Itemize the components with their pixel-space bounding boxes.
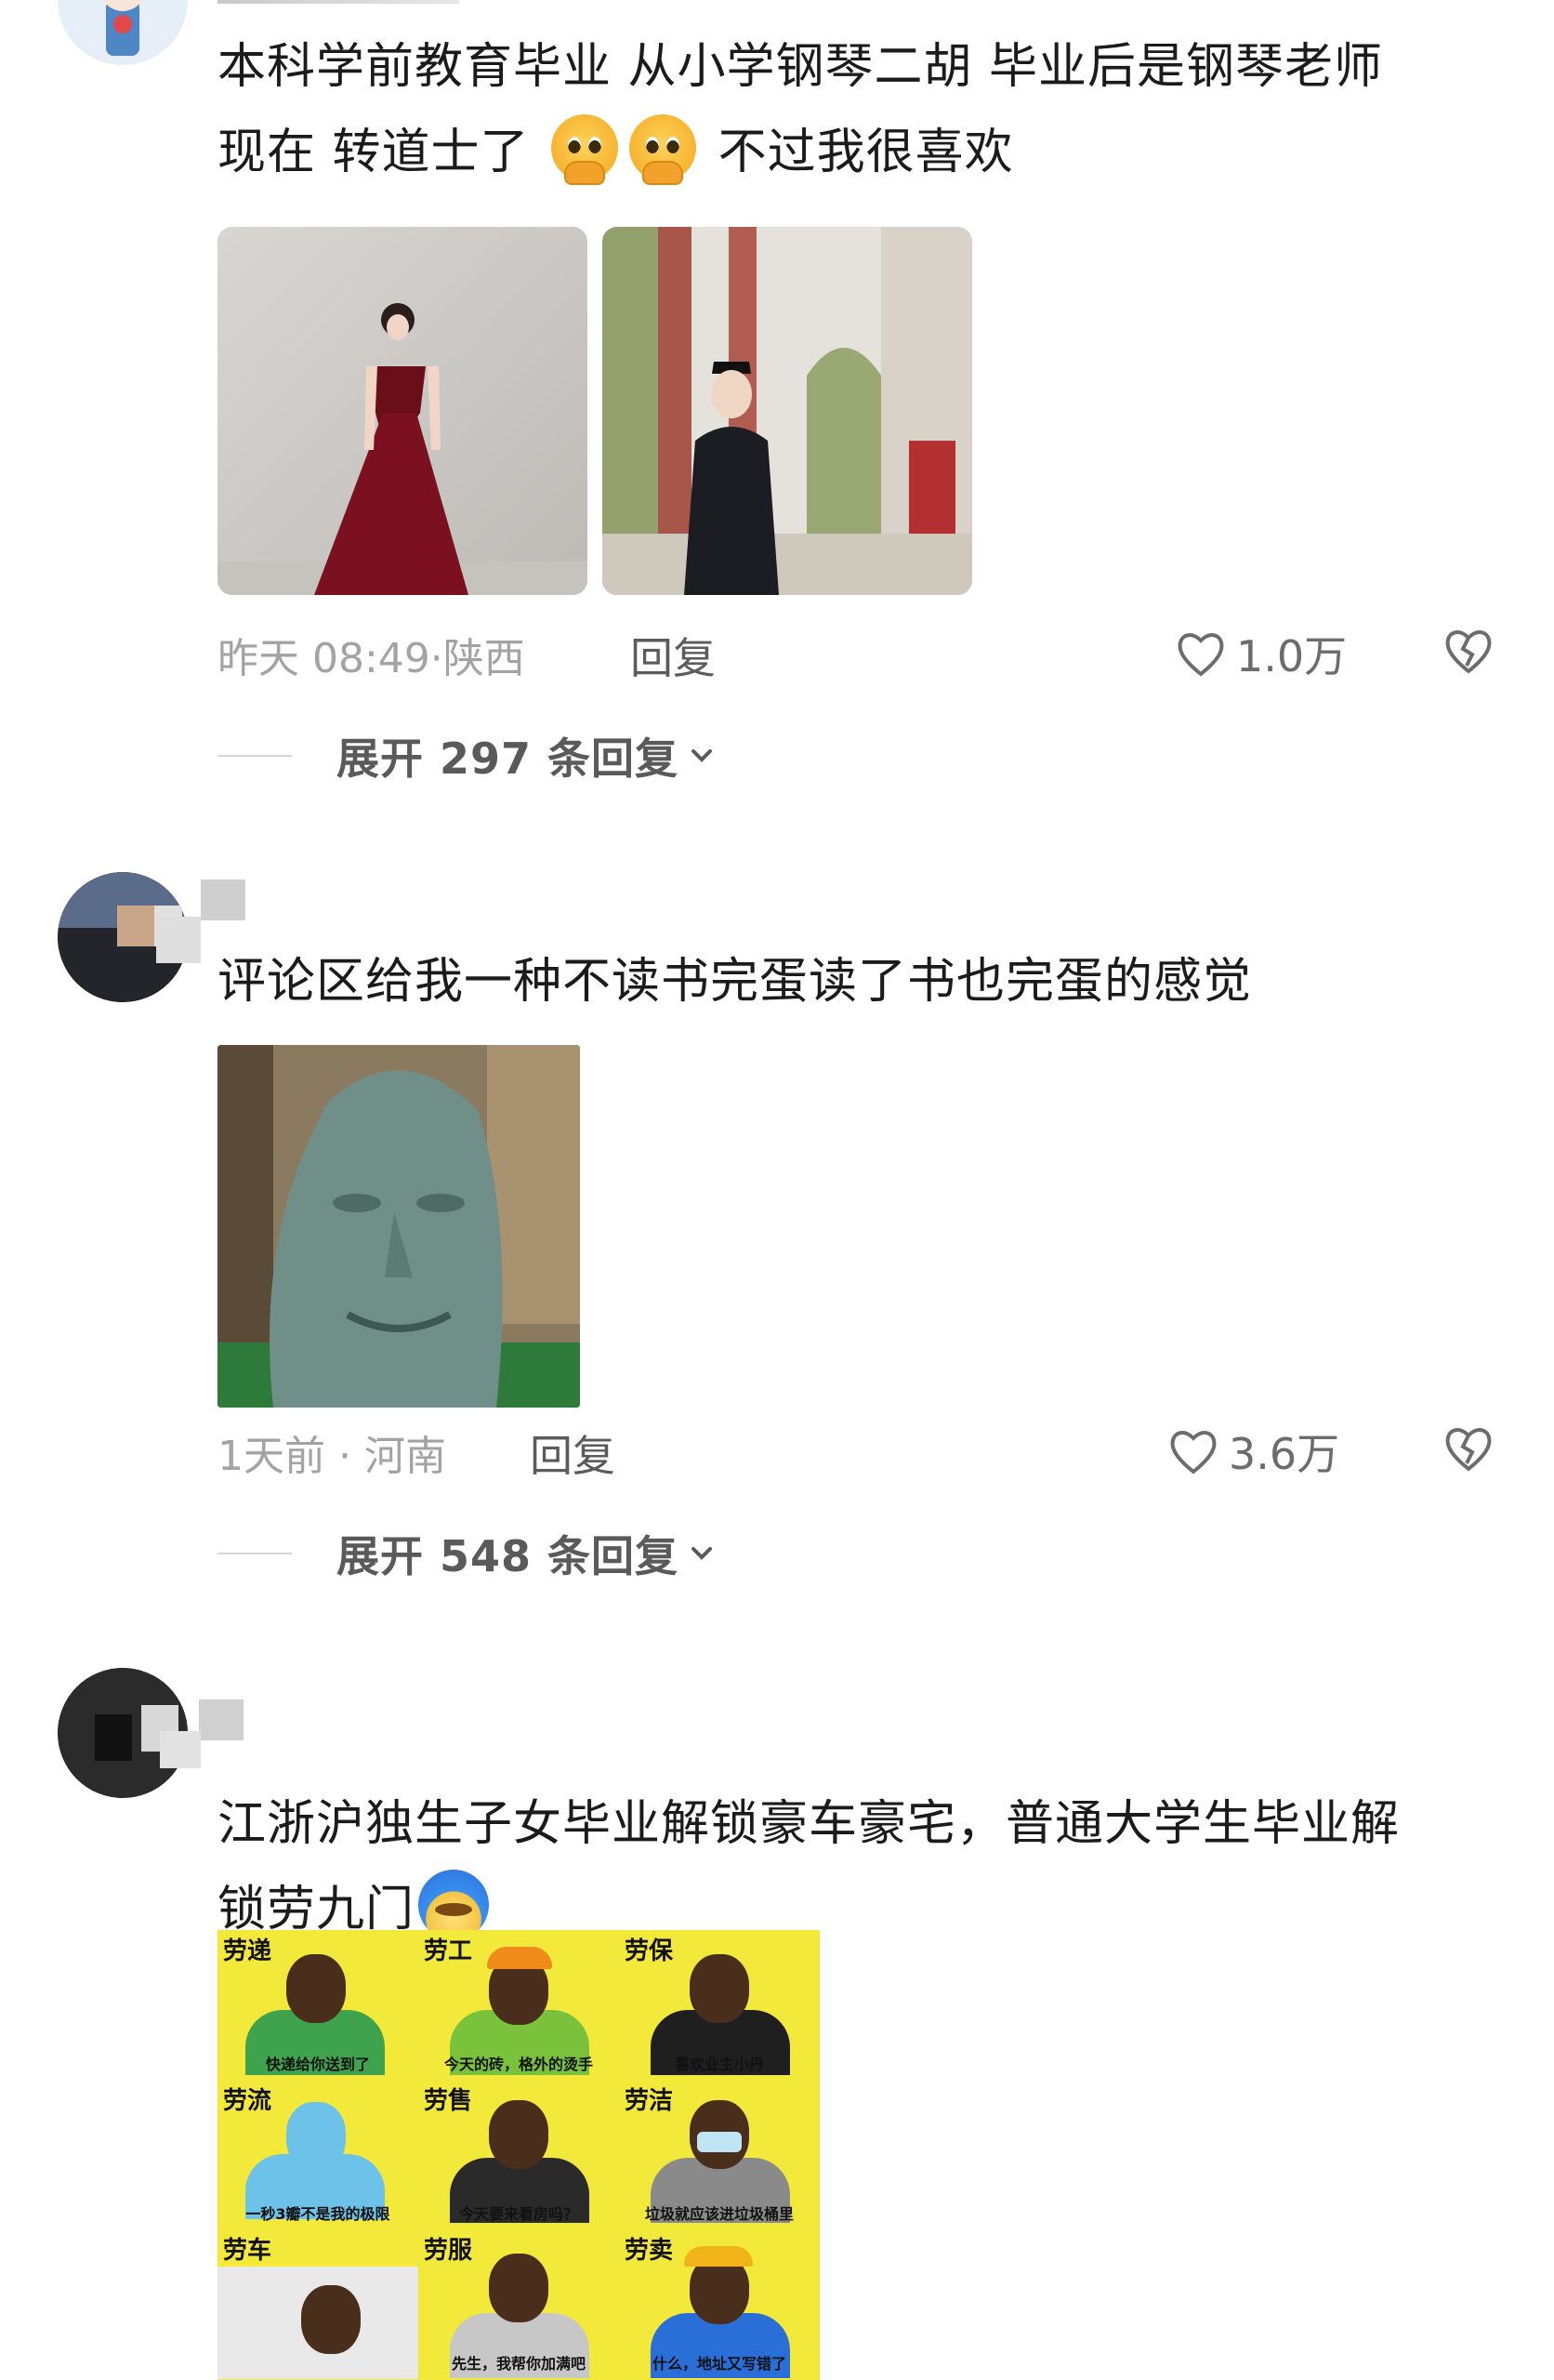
- heart-icon: [1170, 1431, 1217, 1474]
- meme-caption: 今天要来看房吗？: [458, 2205, 578, 2223]
- expand-replies-label: 展开 548 条回复: [336, 1531, 679, 1581]
- like-button[interactable]: 1.0万: [1173, 623, 1347, 684]
- expand-replies-label: 展开 297 条回复: [336, 734, 679, 784]
- meme-caption: 一秒3瓣不是我的极限: [245, 2205, 390, 2223]
- like-count: 1.0万: [1236, 631, 1348, 681]
- red-gown-photo[interactable]: [217, 227, 587, 595]
- expand-replies[interactable]: 展开 297 条回复: [217, 725, 718, 787]
- meme-caption: 喜欢业主小丹: [674, 2056, 764, 2073]
- username-blurred[interactable]: [217, 0, 459, 4]
- meme-cell: 劳卖 什么，地址又写错了: [619, 2229, 820, 2379]
- like-count: 3.6万: [1229, 1429, 1340, 1479]
- meme-caption: 今天的砖，格外的烫手: [443, 2056, 593, 2073]
- meme-cell: 劳洁 垃圾就应该进垃圾桶里: [619, 2080, 820, 2229]
- meme-caption: 什么，地址又写错了: [652, 2355, 786, 2373]
- meme-caption: 快递给你送到了: [265, 2056, 370, 2073]
- comment-time: 1天前: [217, 1433, 325, 1480]
- comment-meta: 昨天 08:49·陕西: [217, 635, 525, 682]
- comment-text-part: 锁劳九门: [217, 1882, 415, 1937]
- chevron-down-icon: [691, 749, 713, 762]
- username-blurred[interactable]: [199, 1699, 244, 1740]
- reply-button[interactable]: 回复: [630, 625, 716, 686]
- meme-title: 劳卖: [625, 2237, 674, 2265]
- meme-title: 劳服: [424, 2237, 473, 2265]
- taoist-robe-photo[interactable]: [602, 227, 972, 595]
- username-blurred: [160, 1731, 201, 1768]
- meme-title: 劳车: [223, 2237, 272, 2265]
- meme-title: 劳保: [625, 1937, 674, 1965]
- divider: [217, 755, 292, 757]
- expand-replies[interactable]: 展开 548 条回复: [217, 1523, 718, 1584]
- comment-text-part: 现在 转道士了: [217, 125, 530, 180]
- labor-meme-image[interactable]: 劳递 快递给你送到了 劳工 今天的砖，格外的烫手 劳保 喜欢业主小丹 劳流 一秒…: [217, 1930, 820, 2380]
- meme-cell: 劳售 今天要来看房吗？: [418, 2080, 619, 2229]
- avatar[interactable]: [58, 0, 188, 65]
- meme-title: 劳洁: [625, 2087, 674, 2115]
- comment-line: 江浙沪独生子女毕业解锁豪车豪宅，普通大学生毕业解: [217, 1796, 1401, 1852]
- comment-line: 本科学前教育毕业 从小学钢琴二胡 毕业后是钢琴老师: [217, 39, 1384, 95]
- comment-body: 本科学前教育毕业 从小学钢琴二胡 毕业后是钢琴老师 现在 转道士了 不过我很喜欢: [217, 24, 1519, 195]
- chevron-down-icon: [691, 1547, 713, 1560]
- meme-title: 劳售: [424, 2087, 473, 2115]
- meme-cell: 劳工 今天的砖，格外的烫手: [418, 1930, 619, 2080]
- meme-title: 劳工: [424, 1937, 473, 1965]
- meme-cell: 劳递 快递给你送到了: [217, 1930, 418, 2080]
- meme-caption: 先生，我帮你加满吧: [451, 2355, 586, 2373]
- comment-location: 陕西: [442, 635, 525, 682]
- comment-body: 江浙沪独生子女毕业解锁豪车豪宅，普通大学生毕业解 锁劳九门: [217, 1781, 1519, 1952]
- comment-meta: 1天前 · 河南: [217, 1433, 446, 1480]
- meme-title: 劳递: [223, 1937, 272, 1965]
- fish-face-meme[interactable]: [217, 1045, 580, 1408]
- meme-cell: 劳保 喜欢业主小丹: [619, 1930, 820, 2080]
- comment-line: 现在 转道士了 不过我很喜欢: [217, 110, 1519, 195]
- pleading-face-emoji: [629, 114, 697, 185]
- username-blurred[interactable]: [201, 879, 245, 920]
- comment-item: 本科学前教育毕业 从小学钢琴二胡 毕业后是钢琴老师 现在 转道士了 不过我很喜欢: [0, 0, 1554, 800]
- username-blurred: [156, 917, 201, 963]
- meme-title: 劳流: [223, 2087, 272, 2115]
- like-button[interactable]: 3.6万: [1166, 1421, 1339, 1482]
- comment-item: 评论区给我一种不读书完蛋读了书也完蛋的感觉 1天前 · 河南 回复 3.6万 展…: [0, 865, 1554, 1664]
- meme-caption: 垃圾就应该进垃圾桶里: [644, 2205, 794, 2223]
- reply-button[interactable]: 回复: [530, 1422, 615, 1484]
- broken-heart-icon[interactable]: [1441, 623, 1496, 679]
- meme-cell: 劳流 一秒3瓣不是我的极限: [217, 2080, 418, 2229]
- comment-line: 评论区给我一种不读书完蛋读了书也完蛋的感觉: [217, 954, 1253, 1010]
- comment-location: 河南: [363, 1433, 446, 1480]
- pleading-face-emoji: [551, 114, 619, 185]
- comment-body: 评论区给我一种不读书完蛋读了书也完蛋的感觉: [217, 939, 1519, 1025]
- meme-cell: 劳服 先生，我帮你加满吧: [418, 2229, 619, 2379]
- divider: [217, 1553, 292, 1554]
- heart-icon: [1178, 633, 1224, 677]
- comment-text-part: 不过我很喜欢: [718, 125, 1014, 180]
- broken-heart-icon[interactable]: [1441, 1421, 1496, 1476]
- meme-cell: 劳车: [217, 2229, 418, 2379]
- comment-time: 昨天 08:49: [217, 635, 430, 682]
